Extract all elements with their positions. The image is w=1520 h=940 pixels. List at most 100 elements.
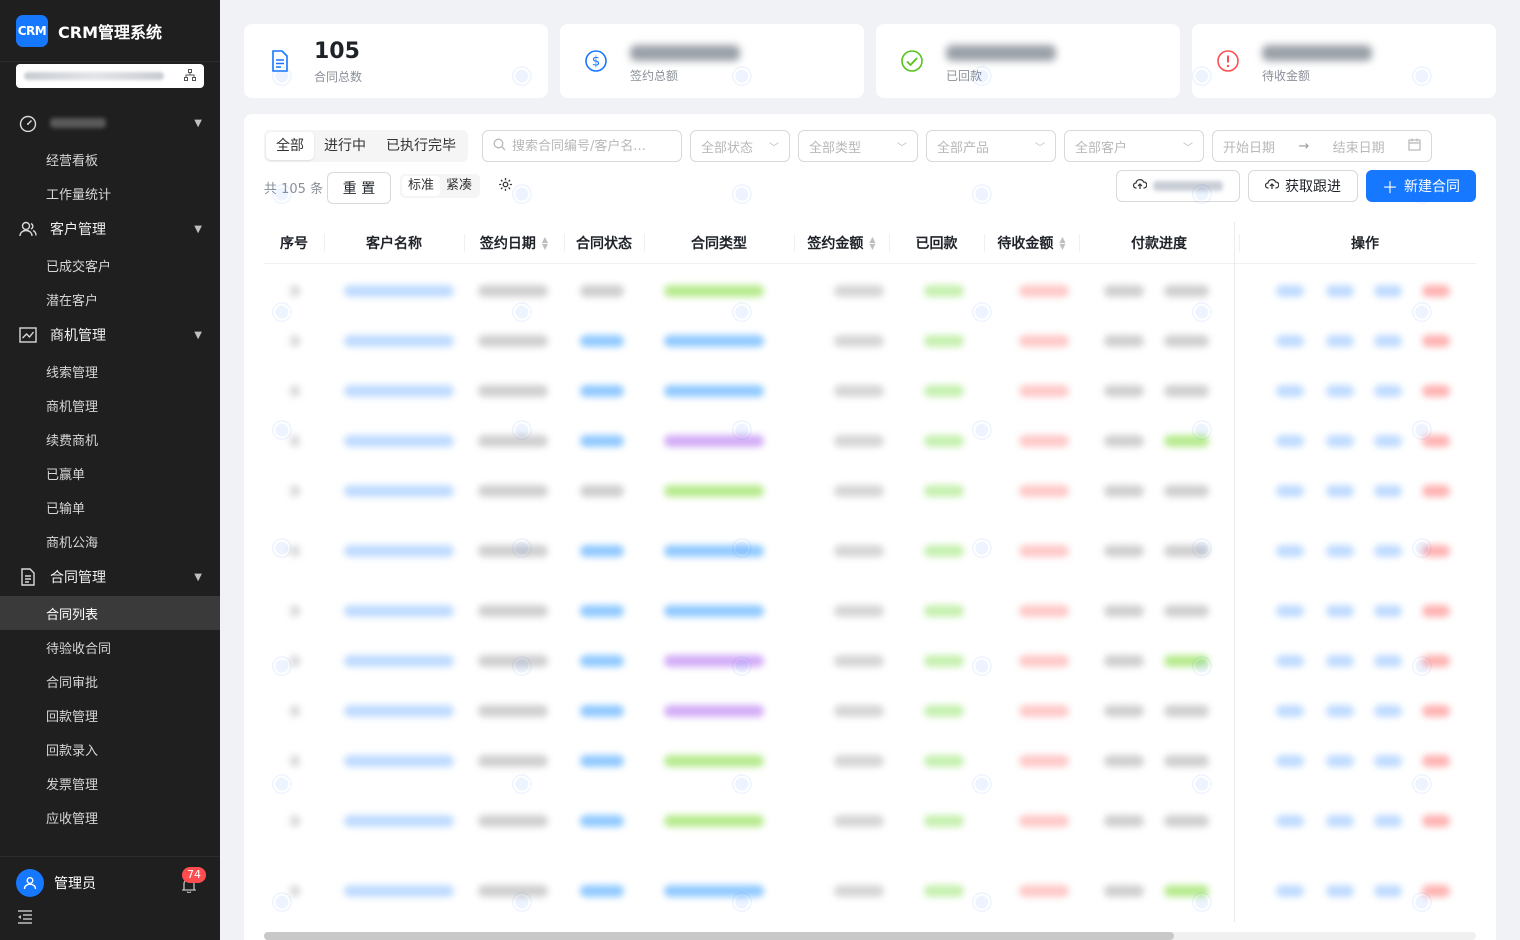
column-pending[interactable]: 待收金额 ▲ ▼ — [984, 222, 1079, 264]
redacted-cell — [1326, 815, 1354, 827]
total-count: 共 105 条 — [264, 182, 324, 197]
table-row[interactable] — [264, 686, 1476, 736]
redacted-cell — [1019, 885, 1069, 897]
sidebar-item-dashboard-board[interactable]: 经营看板 — [0, 142, 220, 176]
app-title: CRM管理系统 — [58, 22, 162, 42]
sidebar-item-closed-customers[interactable]: 已成交客户 — [0, 248, 220, 282]
table-row[interactable] — [264, 316, 1476, 366]
table-row[interactable] — [264, 636, 1476, 686]
redacted-cell — [1104, 485, 1144, 497]
sort-icon[interactable]: ▲ ▼ — [542, 236, 548, 251]
redacted-cell — [1422, 545, 1450, 557]
search-box — [482, 130, 682, 162]
redacted-cell — [478, 385, 548, 397]
table-row[interactable] — [264, 866, 1476, 916]
redacted-cell — [1019, 545, 1069, 557]
table-row[interactable] — [264, 526, 1476, 576]
gear-icon[interactable] — [498, 177, 513, 196]
org-selector[interactable] — [16, 64, 204, 88]
redacted-cell — [1019, 655, 1069, 667]
scrollbar-thumb[interactable] — [264, 932, 1174, 940]
horizontal-scrollbar[interactable] — [264, 932, 1476, 940]
sidebar-menu: ▼ 经营看板 工作量统计 客户管理 ▼ 已成交客户 潜在客户 商机管理 ▼ 线索… — [0, 104, 220, 834]
sidebar-item-contract-list[interactable]: 合同列表 — [0, 596, 220, 630]
sidebar-item-pending-acceptance[interactable]: 待验收合同 — [0, 630, 220, 664]
redacted-cell — [1276, 335, 1304, 347]
redacted-cell — [1104, 545, 1144, 557]
execution-filter-tabs: 全部 进行中 已执行完毕 — [264, 130, 468, 162]
status-select[interactable]: 全部状态 ﹀ — [690, 130, 790, 162]
table-row[interactable] — [264, 796, 1476, 846]
menu-fold-icon[interactable] — [17, 909, 33, 928]
type-select[interactable]: 全部类型 ﹀ — [798, 130, 918, 162]
redacted-cell — [1104, 435, 1144, 447]
density-standard[interactable]: 标准 — [402, 176, 441, 196]
redacted-cell — [1326, 285, 1354, 297]
sidebar-item-receivables[interactable]: 应收管理 — [0, 800, 220, 834]
sort-icon[interactable]: ▲ ▼ — [869, 236, 875, 251]
table-row[interactable] — [264, 466, 1476, 516]
sidebar-item-leads[interactable]: 线索管理 — [0, 354, 220, 388]
customer-select[interactable]: 全部客户 ﹀ — [1064, 130, 1204, 162]
user-menu[interactable]: 管理员 — [16, 869, 96, 897]
tab-completed[interactable]: 已执行完毕 — [376, 132, 466, 160]
redacted-cell — [664, 655, 764, 667]
new-contract-button[interactable]: ＋ 新建合同 — [1366, 170, 1476, 202]
sidebar-item-payments[interactable]: 回款管理 — [0, 698, 220, 732]
density-compact[interactable]: 紧凑 — [440, 176, 478, 196]
redacted-cell — [664, 605, 764, 617]
redacted-cell — [1164, 605, 1209, 617]
chevron-down-icon: ﹀ — [897, 142, 907, 154]
start-date-input[interactable]: 开始日期 — [1223, 137, 1275, 156]
sort-icon[interactable]: ▲ ▼ — [1059, 236, 1065, 251]
column-sign-date[interactable]: 签约日期 ▲ ▼ — [464, 222, 564, 264]
product-select[interactable]: 全部产品 ﹀ — [926, 130, 1056, 162]
table-row[interactable] — [264, 266, 1476, 316]
tab-all[interactable]: 全部 — [266, 132, 314, 160]
redacted-cell — [478, 885, 548, 897]
column-index: 序号 — [280, 236, 308, 252]
table-row[interactable] — [264, 586, 1476, 636]
column-amount[interactable]: 签约金额 ▲ ▼ — [794, 222, 889, 264]
sidebar-item-lost[interactable]: 已输单 — [0, 490, 220, 524]
fetch-follow-button[interactable]: 获取跟进 — [1248, 170, 1358, 202]
redacted-cell — [1422, 655, 1450, 667]
sidebar-item-renewals[interactable]: 续费商机 — [0, 422, 220, 456]
end-date-input[interactable]: 结束日期 — [1333, 137, 1385, 156]
sidebar-item-contract-approval[interactable]: 合同审批 — [0, 664, 220, 698]
sidebar-item-won[interactable]: 已赢单 — [0, 456, 220, 490]
calendar-icon — [1408, 138, 1421, 155]
date-range-picker[interactable]: 开始日期 → 结束日期 — [1212, 130, 1432, 162]
sidebar-item-invoices[interactable]: 发票管理 — [0, 766, 220, 800]
sidebar-group-customers[interactable]: 客户管理 ▼ — [0, 210, 220, 248]
stat-value-redacted — [1262, 44, 1372, 61]
avatar[interactable] — [16, 869, 44, 897]
table-row[interactable] — [264, 416, 1476, 466]
sidebar-group-opportunities[interactable]: 商机管理 ▼ — [0, 316, 220, 354]
redacted-cell — [834, 485, 884, 497]
reset-button[interactable]: 重 置 — [327, 172, 391, 204]
redacted-cell — [1374, 485, 1402, 497]
sidebar-group-contracts[interactable]: 合同管理 ▼ — [0, 558, 220, 596]
tab-in-progress[interactable]: 进行中 — [314, 132, 376, 160]
redacted-cell — [1374, 605, 1402, 617]
search-input[interactable] — [512, 138, 662, 154]
sidebar-item-payment-entry[interactable]: 回款录入 — [0, 732, 220, 766]
redacted-cell — [1422, 385, 1450, 397]
redacted-cell — [1422, 815, 1450, 827]
table-row[interactable] — [264, 736, 1476, 786]
upload-button[interactable] — [1116, 170, 1240, 202]
table-row[interactable] — [264, 366, 1476, 416]
sidebar-item-pool[interactable]: 商机公海 — [0, 524, 220, 558]
redacted-cell — [1164, 435, 1209, 447]
redacted-cell — [290, 815, 300, 827]
sidebar-item-opportunities[interactable]: 商机管理 — [0, 388, 220, 422]
status-select-value: 全部状态 — [701, 140, 754, 156]
redacted-cell — [344, 335, 454, 347]
sidebar-item-workload[interactable]: 工作量统计 — [0, 176, 220, 210]
column-received: 已回款 — [915, 236, 958, 252]
redacted-cell — [924, 605, 964, 617]
redacted-cell — [834, 655, 884, 667]
sidebar-item-potential-customers[interactable]: 潜在客户 — [0, 282, 220, 316]
sidebar-group-dashboard[interactable]: ▼ — [0, 104, 220, 142]
